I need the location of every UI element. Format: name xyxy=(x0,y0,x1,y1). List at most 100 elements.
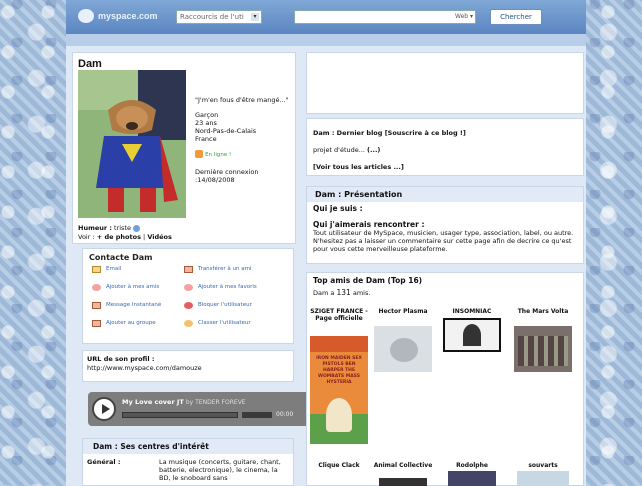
contact-box: Contacte Dam xyxy=(82,248,294,344)
friend-card[interactable]: INSOMNIAC xyxy=(441,308,503,352)
interests-key: Général : xyxy=(87,458,121,466)
logo-text: myspace.com xyxy=(98,11,158,21)
profile-age: 23 ans xyxy=(195,119,217,127)
blog-more-link[interactable]: (...) xyxy=(367,146,380,154)
who-label: Qui je suis : xyxy=(313,204,363,213)
friend-photo[interactable]: IRON MAIDEN SEX PISTOLS BEN HARPER THE W… xyxy=(310,336,368,444)
photos-link[interactable]: + de photos xyxy=(97,233,141,241)
profile-country: France xyxy=(195,135,217,143)
friend-name[interactable]: Animal Collective xyxy=(372,462,434,469)
blog-entry: projet d'étude... (...) xyxy=(313,146,577,154)
top-bar: myspace.com Raccourcis de l'uti ▾ Web ▾ … xyxy=(66,0,586,34)
profile-url-label: URL de son profil : xyxy=(87,355,155,363)
ad-banner xyxy=(306,52,584,114)
friend-card[interactable]: SZIGET FRANCE - Page officielle IRON MAI… xyxy=(308,308,370,444)
mood-icon xyxy=(133,224,141,232)
track-title: My Love cover JT xyxy=(122,398,184,406)
friend-card[interactable]: Animal Collective xyxy=(372,462,434,486)
add-friend-icon xyxy=(92,284,101,291)
dog-superhero-image xyxy=(78,70,186,218)
blog-header: Dam : Dernier blog [Souscrire à ce blog … xyxy=(313,129,577,137)
search-input[interactable]: Web ▾ xyxy=(294,10,476,24)
friend-photo[interactable] xyxy=(514,326,572,372)
presentation-box: Dam : Présentation Qui je suis : Qui j'a… xyxy=(306,186,584,264)
progress-bar[interactable] xyxy=(122,412,238,418)
profile-url-box: URL de son profil : http://www.myspace.c… xyxy=(82,350,294,382)
block-icon xyxy=(184,302,193,309)
last-login-date: 14/08/2008 xyxy=(197,176,235,184)
friend-card[interactable]: souvarts xyxy=(512,462,574,486)
friend-card[interactable]: Clique Clack xyxy=(308,462,370,469)
play-icon xyxy=(102,404,110,414)
friend-name[interactable]: INSOMNIAC xyxy=(441,308,503,315)
blog-box: Dam : Dernier blog [Souscrire à ce blog … xyxy=(306,118,584,176)
friend-photo[interactable] xyxy=(374,326,432,372)
friend-name[interactable]: SZIGET FRANCE - Page officielle xyxy=(308,308,370,322)
rank-icon xyxy=(184,320,193,327)
search-scope-select[interactable]: Web ▾ xyxy=(455,13,473,20)
friend-name[interactable]: Hector Plasma xyxy=(372,308,434,315)
view-label: Voir : xyxy=(78,233,95,241)
subscribe-link[interactable]: [Souscrire à ce blog !] xyxy=(385,129,466,137)
poster-text: IRON MAIDEN SEX PISTOLS BEN HARPER THE W… xyxy=(316,356,362,385)
chevron-down-icon[interactable]: ▾ xyxy=(251,13,259,21)
friend-card[interactable]: The Mars Volta xyxy=(512,308,574,372)
profile-gender: Garçon xyxy=(195,111,219,119)
interests-box: Dam : Ses centres d'intérêt Général : La… xyxy=(82,438,294,486)
track-time: 00:00 xyxy=(276,411,294,418)
favorite-icon xyxy=(184,284,193,291)
friend-photo[interactable] xyxy=(517,471,569,486)
nav-bar xyxy=(66,34,586,46)
friend-name[interactable]: The Mars Volta xyxy=(512,308,574,315)
forward-icon xyxy=(184,266,193,273)
friend-photo[interactable] xyxy=(448,471,496,486)
friends-count-line: Dam a 131 amis. xyxy=(307,288,583,297)
online-status: En ligne ! xyxy=(195,150,290,159)
play-button[interactable] xyxy=(92,397,116,421)
link-separator: | xyxy=(143,233,146,241)
shortcut-select[interactable]: Raccourcis de l'uti ▾ xyxy=(176,10,262,24)
search-button[interactable]: Chercher xyxy=(490,9,542,25)
profile-name: Dam xyxy=(78,58,102,70)
myspace-logo[interactable]: myspace.com xyxy=(78,7,168,25)
blog-entry-title[interactable]: projet d'étude... xyxy=(313,146,365,154)
mood-value: triste xyxy=(114,224,131,232)
volume-slider[interactable] xyxy=(242,412,272,418)
page: myspace.com Raccourcis de l'uti ▾ Web ▾ … xyxy=(66,0,586,486)
online-label: En ligne ! xyxy=(205,152,232,158)
profile-region: Nord-Pas-de-Calais xyxy=(195,127,257,135)
presentation-title: Dam : Présentation xyxy=(307,187,583,202)
friend-name[interactable]: Clique Clack xyxy=(308,462,370,469)
profile-quote: "J'm'en fous d'être mangé..." xyxy=(195,96,289,104)
group-icon xyxy=(92,320,101,327)
friend-name[interactable]: Rodolphe xyxy=(441,462,503,469)
meet-text: Tout utilisateur de MySpace, musicien, u… xyxy=(313,229,574,253)
videos-link[interactable]: Vidéos xyxy=(147,233,172,241)
interests-title: Dam : Ses centres d'intérêt xyxy=(83,439,293,454)
track-info: My Love cover JT by TENDER FOREVE xyxy=(122,398,246,406)
email-icon xyxy=(92,266,101,273)
friends-count-prefix: Dam a xyxy=(313,289,335,297)
logo-mark-icon xyxy=(78,9,94,23)
profile-info: "J'm'en fous d'être mangé..." Garçon 23 … xyxy=(195,96,290,191)
profile-photo[interactable] xyxy=(78,70,186,218)
friend-card[interactable]: Rodolphe xyxy=(441,462,503,486)
shortcut-placeholder: Raccourcis de l'uti xyxy=(180,13,244,21)
track-artist: by TENDER FOREVE xyxy=(185,399,246,406)
mood-label: Humeur : xyxy=(78,224,112,232)
mood-line: Humeur : triste Voir : + de photos | Vid… xyxy=(78,224,172,242)
interests-value: La musique (concerts, guitare, chant, ba… xyxy=(159,458,281,482)
friend-card[interactable]: Hector Plasma xyxy=(372,308,434,372)
friends-title: Top amis de Dam (Top 16) xyxy=(313,276,423,285)
im-icon xyxy=(92,302,101,309)
friends-count-suffix: amis. xyxy=(352,289,371,297)
online-icon xyxy=(195,150,203,158)
friend-photo[interactable] xyxy=(443,318,501,352)
profile-url-value[interactable]: http://www.myspace.com/damouze xyxy=(83,364,293,372)
friend-photo[interactable] xyxy=(379,478,427,486)
friend-name[interactable]: souvarts xyxy=(512,462,574,469)
all-articles-link[interactable]: [Voir tous les articles ...] xyxy=(313,163,577,171)
friends-count[interactable]: 131 xyxy=(336,288,350,297)
blog-title: Dam : Dernier blog xyxy=(313,129,383,137)
meet-label: Qui j'aimerais rencontrer : xyxy=(313,220,425,229)
